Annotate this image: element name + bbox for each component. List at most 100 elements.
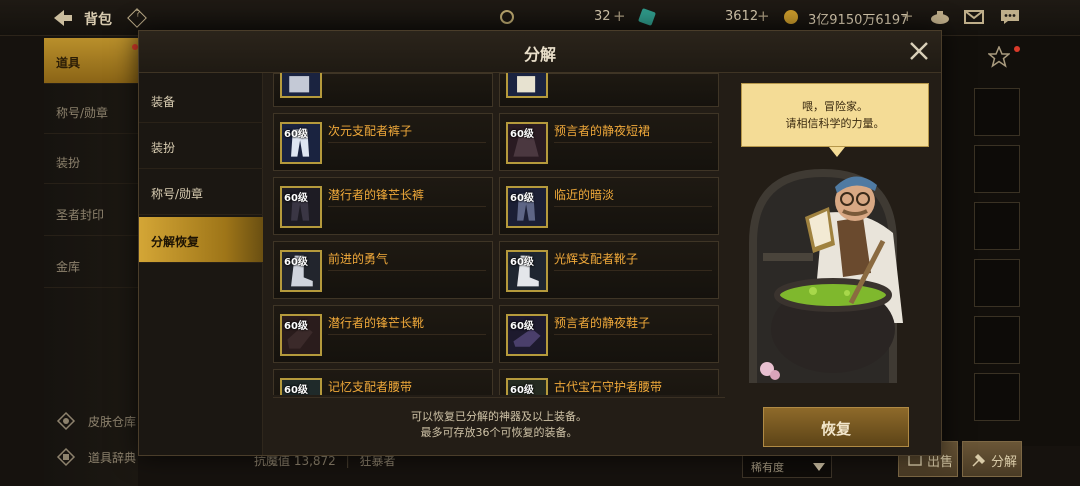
item-level: 60级 [510,321,534,332]
item-name: 潜行者的锋芒长裤 [328,188,425,202]
tab-titles[interactable]: 称号/勋章 [139,169,263,215]
restore-button[interactable]: 恢复 [763,407,909,447]
nav-item-items[interactable]: 道具 [44,38,138,84]
item-level: 60级 [510,257,534,268]
inventory-slot[interactable] [974,145,1020,193]
list-item[interactable]: 60级 临近的暗淡 [499,177,719,235]
currency1-value: 32 [594,9,611,24]
divider [554,206,712,207]
nav-label: 金库 [56,260,81,274]
list-item[interactable]: 60级 预言者的静夜鞋子 [499,305,719,363]
item-name: 潜行者的锋芒长靴 [328,316,425,330]
nav-item-titles[interactable]: 称号/勋章 [44,88,138,134]
star-icon[interactable] [988,46,1010,68]
divider [328,270,486,271]
back-arrow-icon[interactable] [52,8,74,28]
tab-label: 称号/勋章 [151,187,204,201]
boots-icon: 60级 [280,250,322,292]
info-line: 可以恢复已分解的神器及以上装备。 [411,410,587,423]
inventory-slot[interactable] [974,373,1020,421]
inventory-slot[interactable] [974,88,1020,136]
chevron-down-icon [813,463,825,471]
mail-icon[interactable] [964,9,984,25]
nav-label: 道具 [56,56,81,70]
book-icon [56,447,76,467]
divider [328,206,486,207]
item-level: 60级 [284,193,308,204]
currency1-add-button[interactable]: + [613,7,626,25]
restore-label: 恢复 [820,420,851,438]
stat-label: 抗魔值 13,872 [254,454,336,468]
help-icon[interactable] [127,8,147,28]
tab-label: 分解恢复 [151,235,200,249]
pants-icon: 60级 [280,186,322,228]
divider [554,334,712,335]
list-item[interactable] [499,73,719,107]
item-level: 60级 [284,385,308,395]
tab-label: 装扮 [151,141,176,155]
close-icon[interactable] [907,39,931,63]
gold-value: 3亿9150万6197 [808,13,909,28]
divider [328,334,486,335]
item-level: 60级 [284,129,308,140]
item-level: 60级 [284,257,308,268]
currency2-add-button[interactable]: + [757,7,770,25]
tab-avatar[interactable]: 装扮 [139,123,263,169]
list-item[interactable]: 60级 光辉支配者靴子 [499,241,719,299]
nav-label: 圣者封印 [56,208,105,222]
speech-bubble: 喂，冒险家。 请相信科学的力量。 [741,83,929,147]
item-name: 光辉支配者靴子 [554,252,639,266]
skin-storage-label: 皮肤仓库 [88,415,137,429]
decompose-label: 分解 [991,455,1018,470]
list-item[interactable] [273,73,493,107]
inventory-slot[interactable] [974,202,1020,250]
boots-icon: 60级 [506,250,548,292]
list-item[interactable]: 60级 次元支配者裤子 [273,113,493,171]
skin-storage-link[interactable]: 皮肤仓库 [56,411,137,431]
item-name: 临近的暗淡 [554,188,615,202]
gem-icon [638,8,656,26]
item-name: 记忆支配者腰带 [328,380,413,394]
belt-icon: 60级 [506,378,548,395]
divider [273,397,725,398]
tab-equipment[interactable]: 装备 [139,77,263,123]
item-level: 60级 [510,193,534,204]
pants-icon: 60级 [280,122,322,164]
stat-separator: | [345,454,350,468]
pot-icon[interactable] [930,9,950,25]
npc-scientist-illustration [749,168,903,383]
info-line: 最多可存放36个可恢复的装备。 [420,426,578,439]
class-label: 狂暴者 [359,454,396,468]
sort-dropdown[interactable]: 稀有度 [742,454,832,478]
list-item[interactable]: 60级 前进的勇气 [273,241,493,299]
nav-label: 称号/勋章 [56,106,109,120]
tab-decompose-restore[interactable]: 分解恢复 [139,217,263,263]
restore-info: 可以恢复已分解的神器及以上装备。 最多可存放36个可恢复的装备。 [273,399,725,453]
modal-title: 分解 [523,45,556,64]
list-item[interactable]: 60级 古代宝石守护者腰带 [499,369,719,395]
list-item[interactable]: 60级 潜行者的锋芒长靴 [273,305,493,363]
skirt-icon: 60级 [506,122,548,164]
nav-item-avatar[interactable]: 装扮 [44,138,138,184]
sell-label: 出售 [927,455,954,470]
chat-icon[interactable] [1000,9,1020,25]
nav-item-vault[interactable]: 金库 [44,242,138,288]
nav-label: 装扮 [56,156,81,170]
divider [328,142,486,143]
decompose-button[interactable]: 分解 [962,441,1022,477]
list-item[interactable]: 60级 预言者的静夜短裙 [499,113,719,171]
decompose-modal: 分解 装备 装扮 称号/勋章 分解恢复 60级 次元支配者裤子 60级 预言者的… [138,30,942,456]
gold-add-button[interactable]: + [901,7,914,25]
modal-side-tabs: 装备 装扮 称号/勋章 分解恢复 [139,73,263,455]
divider [554,142,712,143]
item-icon [280,73,322,98]
list-item[interactable]: 60级 记忆支配者腰带 [273,369,493,395]
restore-item-list[interactable]: 60级 次元支配者裤子 60级 预言者的静夜短裙 60级 潜行者的锋芒长裤 60… [273,73,725,395]
list-item[interactable]: 60级 潜行者的锋芒长裤 [273,177,493,235]
nav-item-seal[interactable]: 圣者封印 [44,190,138,236]
tab-label: 装备 [151,95,176,109]
item-dictionary-link[interactable]: 道具辞典 [56,447,136,467]
pants-icon: 60级 [506,186,548,228]
inventory-slot[interactable] [974,259,1020,307]
inventory-slot[interactable] [974,316,1020,364]
